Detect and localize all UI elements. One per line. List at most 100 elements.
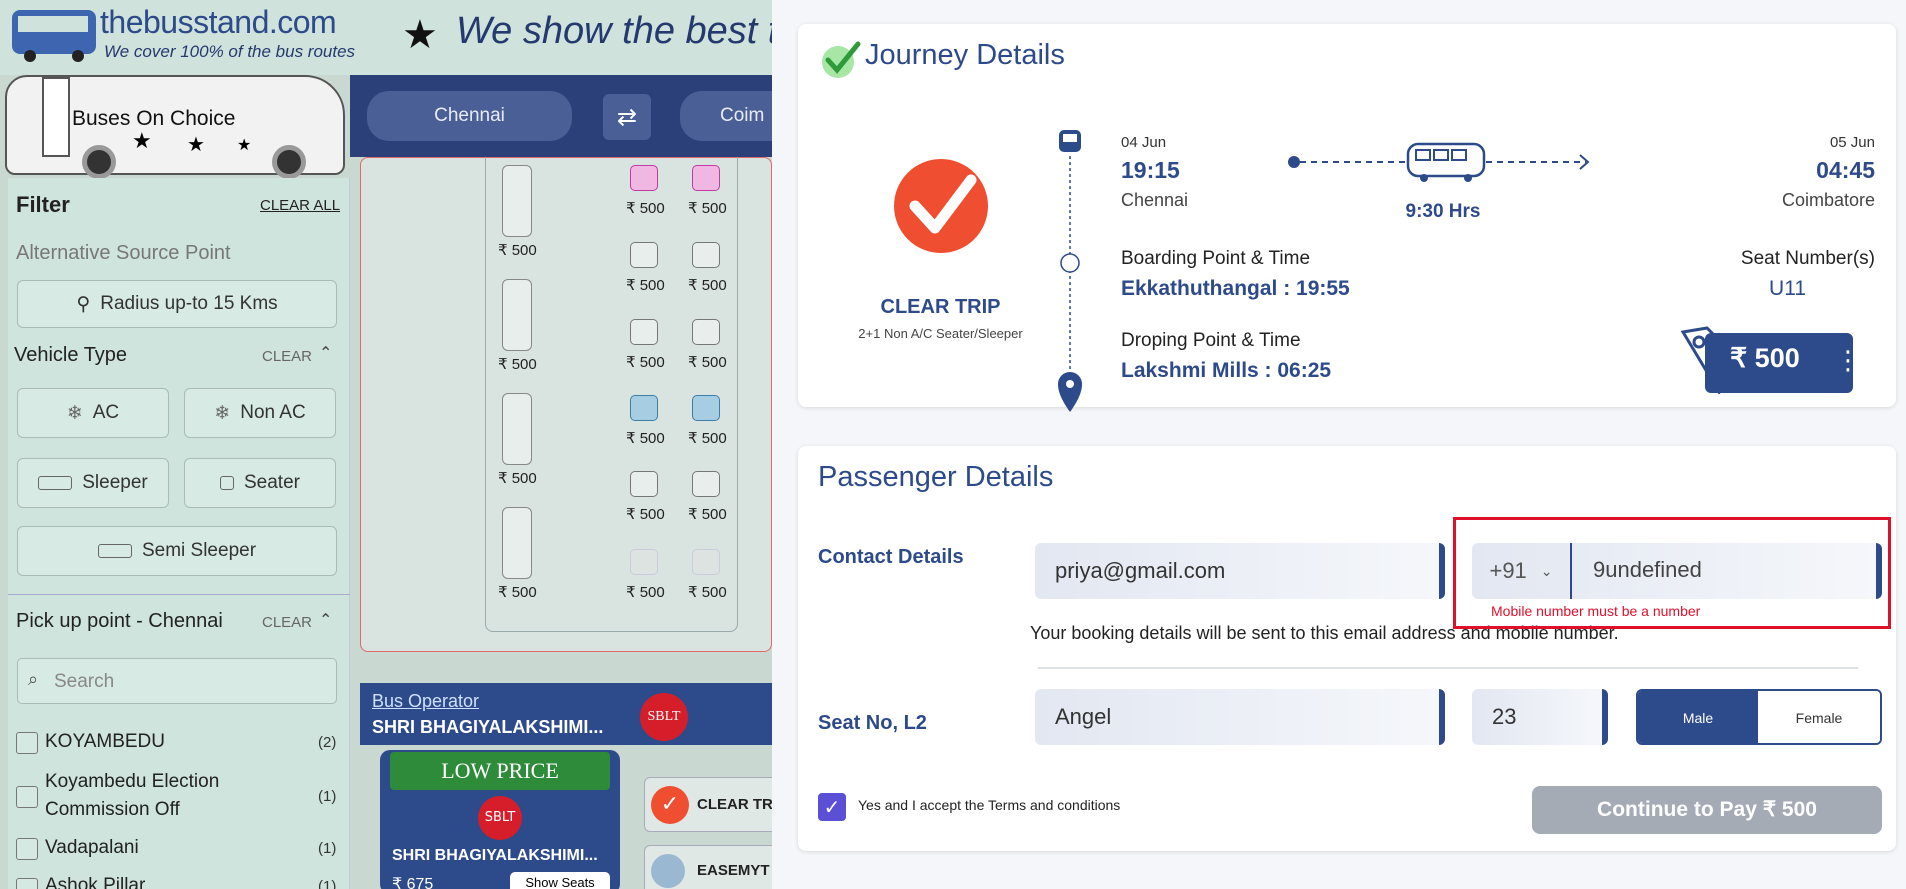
seater-seat[interactable] <box>630 319 658 345</box>
seater-seat-booked <box>630 549 658 575</box>
operator-chip-label: EASEMYT <box>697 862 770 879</box>
sleeper-seat[interactable] <box>502 279 532 351</box>
sleeper-seat[interactable] <box>502 393 532 465</box>
non-ac-label: Non AC <box>240 402 306 423</box>
low-price-banner: LOW PRICE <box>390 752 610 790</box>
swap-icon[interactable]: ⇄ <box>603 94 651 140</box>
seat-price: ₹ 500 <box>626 200 665 217</box>
clear-all-link[interactable]: CLEAR ALL <box>260 197 340 214</box>
seat-price: ₹ 500 <box>688 430 727 447</box>
operator-card: LOW PRICE SBLT SHRI BHAGIYALAKSHIMI... ₹… <box>360 745 772 889</box>
error-highlight <box>1453 517 1891 629</box>
pickup-search-input[interactable]: ⌕ Search <box>17 658 337 704</box>
journey-timeline <box>1058 130 1082 412</box>
seater-seat-ladies[interactable] <box>692 165 720 191</box>
seat-price: ₹ 500 <box>688 200 727 217</box>
seater-seat-gents[interactable] <box>630 395 658 421</box>
gender-toggle: Male Female <box>1636 689 1882 745</box>
alt-source-heading: Alternative Source Point <box>16 242 231 264</box>
chevron-up-icon[interactable]: ⌃ <box>319 610 332 629</box>
non-ac-filter-button[interactable]: ❄ Non AC <box>184 388 336 438</box>
seater-seat-ladies[interactable] <box>630 165 658 191</box>
from-city[interactable]: Chennai <box>367 91 572 141</box>
pickup-count: (1) <box>318 878 337 889</box>
bus-type: 2+1 Non A/C Seater/Sleeper <box>858 326 1023 341</box>
seat-price: ₹ 500 <box>498 356 537 373</box>
ac-filter-button[interactable]: ❄ AC <box>17 388 169 438</box>
bus-operator-label: Bus Operator <box>372 691 480 711</box>
sleeper-seat[interactable] <box>502 165 532 237</box>
snowflake-icon: ❄ <box>66 402 83 424</box>
passenger-age-field[interactable]: 23 <box>1472 689 1608 745</box>
continue-to-pay-button[interactable]: Continue to Pay ₹ 500 <box>1532 786 1882 834</box>
seater-seat[interactable] <box>692 471 720 497</box>
terms-checkbox[interactable]: ✓ <box>818 793 846 821</box>
checkmark-logo-icon: ✓ <box>651 786 689 824</box>
seater-seat[interactable] <box>630 471 658 497</box>
seater-seat-gents[interactable] <box>692 395 720 421</box>
seat-price: ₹ 500 <box>498 470 537 487</box>
seater-seat[interactable] <box>692 319 720 345</box>
sleeper-icon <box>38 476 73 490</box>
seat-price: ₹ 500 <box>626 430 665 447</box>
pickup-checkbox[interactable] <box>16 786 38 808</box>
pickup-checkbox[interactable] <box>16 838 38 860</box>
booking-panel: Journey Details CLEAR TRIP 2+1 Non A/C S… <box>772 0 1906 889</box>
divider <box>1038 667 1858 669</box>
seater-seat[interactable] <box>692 242 720 268</box>
background-page: thebusstand.com We cover 100% of the bus… <box>0 0 772 889</box>
dropping-label: Droping Point & Time <box>1121 330 1301 351</box>
pickup-option[interactable]: KOYAMBEDU <box>45 728 165 756</box>
radius-button[interactable]: ⚲ Radius up-to 15 Kms <box>17 280 337 328</box>
bus-wheel <box>82 145 116 179</box>
male-option[interactable]: Male <box>1638 691 1758 743</box>
to-city[interactable]: Coim <box>680 91 772 141</box>
bus-banner-label: Buses On Choice <box>72 107 236 130</box>
operator-logo-icon <box>651 854 685 888</box>
pickup-checkbox[interactable] <box>16 878 38 889</box>
site-header: thebusstand.com We cover 100% of the bus… <box>0 0 772 75</box>
snowflake-off-icon: ❄ <box>214 402 231 424</box>
pickup-clear-link[interactable]: CLEAR <box>262 614 312 631</box>
passenger-name-field[interactable]: Angel <box>1035 689 1445 745</box>
semi-sleeper-label: Semi Sleeper <box>141 540 257 561</box>
operator-chip[interactable]: ✓ CLEAR TR <box>644 777 772 832</box>
female-option[interactable]: Female <box>1758 691 1880 743</box>
pickup-option[interactable]: Ashok Pillar <box>45 872 145 889</box>
vehicle-type-heading: Vehicle Type <box>14 344 128 366</box>
semi-sleeper-filter-button[interactable]: Semi Sleeper <box>17 526 337 576</box>
logo-bus-icon <box>12 10 96 62</box>
seater-label: Seater <box>244 472 300 493</box>
operator-logo: SBLT <box>640 693 688 741</box>
bus-banner-image: Buses On Choice ★ ★ ★ <box>5 75 345 179</box>
pickup-heading: Pick up point - Chennai <box>16 610 223 632</box>
operator-logo: SBLT <box>478 796 522 840</box>
star-icon: ★ <box>187 132 205 156</box>
seat-deck: ₹ 500 ₹ 500 ₹ 500 ₹ 500 ₹ 500 ₹ 500 ₹ 50… <box>485 157 738 632</box>
pickup-option[interactable]: Vadapalani <box>45 834 139 862</box>
fare-amount: ₹ 500 <box>1730 343 1800 373</box>
seat-price: ₹ 500 <box>626 354 665 371</box>
operator-chip-label: CLEAR TR <box>697 796 772 813</box>
seater-filter-button[interactable]: Seater <box>184 458 336 508</box>
seat-price: ₹ 500 <box>626 277 665 294</box>
sleeper-filter-button[interactable]: Sleeper <box>17 458 169 508</box>
boarding-value: Ekkathuthangal : 19:55 <box>1121 277 1350 300</box>
journey-card: Journey Details CLEAR TRIP 2+1 Non A/C S… <box>798 24 1896 412</box>
show-seats-button[interactable]: Show Seats <box>510 872 610 889</box>
seat-price: ₹ 500 <box>688 277 727 294</box>
pickup-count: (1) <box>318 788 337 805</box>
operator-chip[interactable]: EASEMYT <box>644 845 772 889</box>
pickup-option[interactable]: Koyambedu Election Commission Off <box>45 768 245 824</box>
seater-seat[interactable] <box>630 242 658 268</box>
operator-card-name: SHRI BHAGIYALAKSHIMI... <box>392 847 598 864</box>
seater-seat-booked <box>692 549 720 575</box>
vehicle-clear-link[interactable]: CLEAR <box>262 348 312 365</box>
sleeper-seat[interactable] <box>502 507 532 579</box>
logo-title[interactable]: thebusstand.com <box>100 4 337 41</box>
bus-door <box>42 77 70 157</box>
chevron-up-icon[interactable]: ⌃ <box>319 343 332 362</box>
pickup-checkbox[interactable] <box>16 732 38 754</box>
seat-numbers-label: Seat Number(s) <box>1740 248 1875 269</box>
email-field[interactable]: priya@gmail.com <box>1035 543 1445 599</box>
